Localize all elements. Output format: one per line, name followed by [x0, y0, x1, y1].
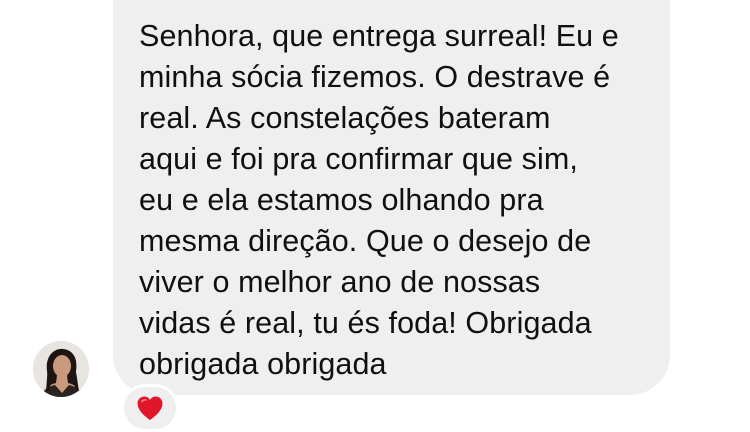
reaction-badge[interactable]: [121, 384, 179, 432]
message-text: Senhora, que entrega surreal! Eu e minha…: [139, 19, 619, 381]
heart-icon: [137, 396, 163, 420]
message-bubble[interactable]: Senhora, que entrega surreal! Eu e minha…: [113, 0, 670, 395]
avatar-photo: [33, 341, 89, 397]
sender-avatar[interactable]: [33, 341, 89, 397]
message-thread: Senhora, que entrega surreal! Eu e minha…: [0, 0, 750, 432]
